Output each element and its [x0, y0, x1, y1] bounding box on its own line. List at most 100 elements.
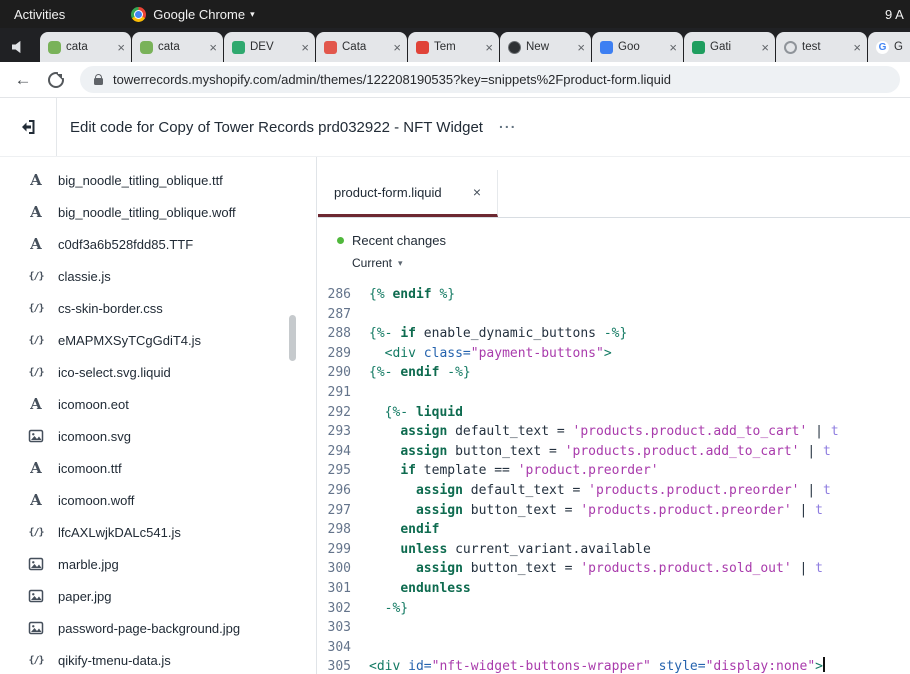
browser-tab[interactable]: DEV×: [224, 32, 315, 62]
code-token: t: [815, 561, 823, 576]
overflow-menu-button[interactable]: ...: [499, 121, 517, 133]
file-item[interactable]: marble.jpg: [0, 548, 316, 580]
code-line[interactable]: 287: [318, 305, 910, 325]
code-line[interactable]: 305<div id="nft-widget-buttons-wrapper" …: [318, 657, 910, 674]
code-token: t: [831, 424, 839, 439]
file-item[interactable]: {/}eMAPMXSyTCgGdiT4.js: [0, 324, 316, 356]
code-text: if template == 'product.preorder': [361, 461, 659, 481]
font-icon: A: [27, 459, 45, 477]
code-token: [369, 444, 400, 459]
file-item[interactable]: password-page-background.jpg: [0, 612, 316, 644]
file-item[interactable]: Ac0df3a6b528fdd85.TTF: [0, 228, 316, 260]
tab-close-icon[interactable]: ×: [209, 41, 217, 54]
code-line[interactable]: 301 endunless: [318, 579, 910, 599]
file-item[interactable]: {/}cs-skin-border.css: [0, 292, 316, 324]
code-text: [361, 383, 369, 403]
back-icon[interactable]: ←: [10, 71, 36, 88]
file-item[interactable]: Abig_noodle_titling_oblique.ttf: [0, 164, 316, 196]
code-token: "display:none": [706, 659, 816, 674]
tab-close-icon[interactable]: ×: [853, 41, 861, 54]
file-item[interactable]: Aicomoon.woff: [0, 484, 316, 516]
code-token: {%-: [369, 365, 400, 380]
code-text: assign button_text = 'products.product.p…: [361, 501, 823, 521]
code-line[interactable]: 300 assign button_text = 'products.produ…: [318, 559, 910, 579]
tab-title: New: [526, 41, 572, 53]
sidebar-scrollbar[interactable]: [289, 315, 296, 361]
file-item[interactable]: {/}classie.js: [0, 260, 316, 292]
code-icon: {/}: [27, 367, 45, 378]
code-line[interactable]: 294 assign button_text = 'products.produ…: [318, 442, 910, 462]
tab-close-icon[interactable]: ×: [393, 41, 401, 54]
browser-tab[interactable]: cata×: [132, 32, 223, 62]
file-item[interactable]: {/}qikify-tmenu-data.js: [0, 644, 316, 674]
browser-tab[interactable]: Gati×: [684, 32, 775, 62]
code-line[interactable]: 286{% endif %}: [318, 285, 910, 305]
tab-close-icon[interactable]: ×: [117, 41, 125, 54]
code-line[interactable]: 303: [318, 618, 910, 638]
editor-file-tab[interactable]: product-form.liquid ×: [318, 170, 498, 217]
code-icon: {/}: [27, 527, 45, 538]
browser-tab[interactable]: GG×: [868, 32, 910, 62]
chrome-app-menu[interactable]: Google Chrome ▾: [131, 7, 254, 22]
address-bar[interactable]: towerrecords.myshopify.com/admin/themes/…: [80, 66, 900, 93]
file-item[interactable]: Abig_noodle_titling_oblique.woff: [0, 196, 316, 228]
tab-close-icon[interactable]: ×: [577, 41, 585, 54]
code-line[interactable]: 304: [318, 638, 910, 658]
browser-tab[interactable]: test×: [776, 32, 867, 62]
activities-button[interactable]: Activities: [0, 7, 79, 22]
tab-close-icon[interactable]: ×: [301, 41, 309, 54]
file-item[interactable]: Aicomoon.ttf: [0, 452, 316, 484]
code-line[interactable]: 288{%- if enable_dynamic_buttons -%}: [318, 324, 910, 344]
editor-tab-close-icon[interactable]: ×: [473, 184, 481, 200]
lock-icon[interactable]: [94, 78, 103, 85]
code-icon: {/}: [27, 655, 45, 666]
file-item[interactable]: Aicomoon.eot: [0, 388, 316, 420]
code-line[interactable]: 297 assign button_text = 'products.produ…: [318, 501, 910, 521]
version-label: Current: [352, 256, 392, 270]
chevron-down-icon: ▾: [250, 9, 255, 20]
line-number: 291: [318, 383, 361, 403]
code-token: [369, 503, 416, 518]
code-line[interactable]: 290{%- endif -%}: [318, 363, 910, 383]
tab-close-icon[interactable]: ×: [761, 41, 769, 54]
code-line[interactable]: 296 assign default_text = 'products.prod…: [318, 481, 910, 501]
file-item[interactable]: {/}ico-select.svg.liquid: [0, 356, 316, 388]
code-line[interactable]: 293 assign default_text = 'products.prod…: [318, 422, 910, 442]
tab-close-icon[interactable]: ×: [485, 41, 493, 54]
code-line[interactable]: 299 unless current_variant.available: [318, 540, 910, 560]
version-selector[interactable]: Current ▾: [337, 256, 910, 270]
file-item[interactable]: {/}lfcAXLwjkDALc541.js: [0, 516, 316, 548]
code-line[interactable]: 289 <div class="payment-buttons">: [318, 344, 910, 364]
reload-icon[interactable]: [48, 72, 64, 88]
browser-tab[interactable]: Tem×: [408, 32, 499, 62]
tab-title: cata: [66, 41, 112, 53]
tab-list: cata×cata×DEV×Cata×Tem×New×Goo×Gati×test…: [40, 32, 910, 62]
browser-tab[interactable]: cata ×: [40, 32, 131, 62]
file-item[interactable]: icomoon.svg: [0, 420, 316, 452]
media-controls-icon[interactable]: [12, 40, 26, 54]
code-line[interactable]: 292 {%- liquid: [318, 403, 910, 423]
browser-tab[interactable]: Cata×: [316, 32, 407, 62]
code-token: endif: [400, 522, 439, 537]
browser-tab[interactable]: Goo×: [592, 32, 683, 62]
code-line[interactable]: 291: [318, 383, 910, 403]
file-item[interactable]: paper.jpg: [0, 580, 316, 612]
code-area[interactable]: 286{% endif %}287288{%- if enable_dynami…: [318, 285, 910, 674]
browser-tab-strip: cata×cata×DEV×Cata×Tem×New×Goo×Gati×test…: [0, 28, 910, 62]
editor-tab-label: product-form.liquid: [334, 185, 442, 200]
file-name: icomoon.ttf: [58, 461, 122, 476]
line-number: 298: [318, 520, 361, 540]
file-name: cs-skin-border.css: [58, 301, 163, 316]
code-token: [369, 463, 400, 478]
code-line[interactable]: 302 -%}: [318, 599, 910, 619]
exit-code-editor-button[interactable]: [0, 98, 57, 156]
code-token: default_text =: [463, 483, 588, 498]
code-token: -%}: [439, 365, 470, 380]
clock-text: 9 A: [885, 0, 910, 28]
code-token: endif: [400, 365, 439, 380]
code-text: assign button_text = 'products.product.s…: [361, 559, 823, 579]
code-line[interactable]: 298 endif: [318, 520, 910, 540]
code-line[interactable]: 295 if template == 'product.preorder': [318, 461, 910, 481]
tab-close-icon[interactable]: ×: [669, 41, 677, 54]
browser-tab[interactable]: New ×: [500, 32, 591, 62]
